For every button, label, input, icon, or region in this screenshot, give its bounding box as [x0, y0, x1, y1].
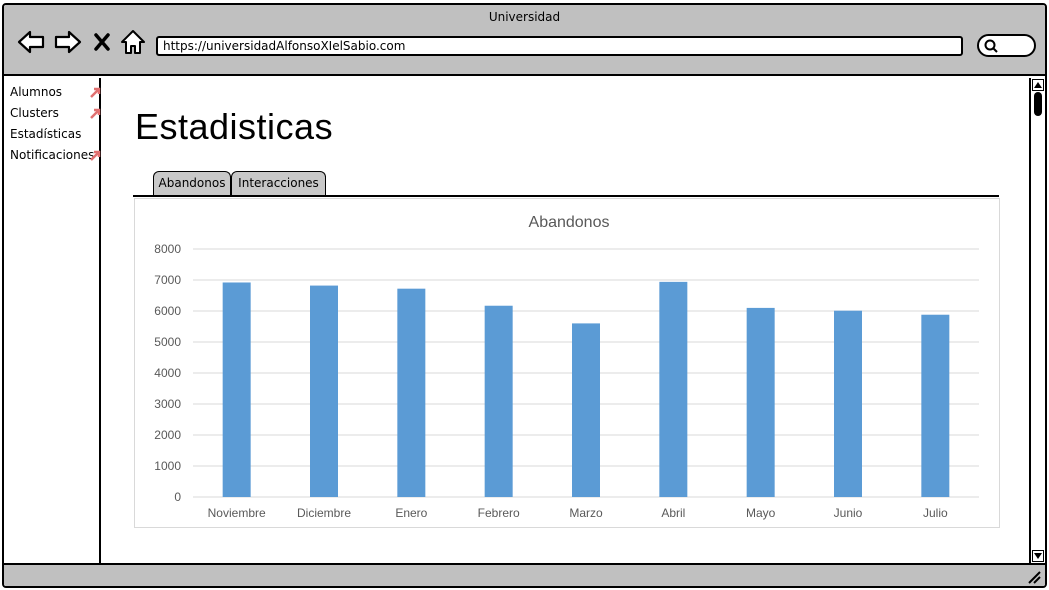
x-tick-label: Abril [661, 506, 685, 520]
link-icon [90, 150, 101, 161]
y-tick-label: 4000 [154, 366, 181, 380]
bar-abril [659, 281, 688, 497]
y-tick-label: 2000 [154, 428, 181, 442]
y-tick-label: 0 [174, 490, 181, 504]
sidebar-item-label: Notificaciones [10, 148, 95, 162]
back-icon[interactable] [16, 27, 46, 57]
link-icon [90, 87, 101, 98]
bar-noviembre [222, 282, 251, 497]
y-tick-label: 8000 [154, 242, 181, 256]
sidebar-item-estadisticas[interactable]: Estadísticas [4, 124, 99, 145]
url-input[interactable]: https://universidadAlfonsoXIelSabio.com [156, 36, 963, 56]
home-icon[interactable] [118, 27, 148, 57]
bar-enero [397, 288, 426, 497]
bar-junio [834, 310, 862, 497]
tab-interacciones[interactable]: Interacciones [231, 171, 326, 197]
tab-divider [133, 195, 999, 197]
window-title: Universidad [488, 10, 561, 24]
y-tick-label: 3000 [154, 397, 181, 411]
x-tick-label: Marzo [569, 506, 603, 520]
bar-marzo [572, 323, 600, 497]
forward-icon[interactable] [53, 27, 83, 57]
scroll-thumb[interactable] [1034, 92, 1042, 116]
bar-mayo [746, 307, 775, 497]
chart-title: Abandonos [529, 214, 610, 231]
chart-canvas: Abandonos 0 1000 2000 3000 4000 5000 6000 7000 8… [154, 214, 979, 520]
abandonos-chart: Abandonos 0 1000 2000 3000 4000 5000 6000 7000 8… [134, 198, 1000, 528]
browser-window: Universidad https://universidadAlfonsoXI… [2, 3, 1047, 588]
y-tick-label: 7000 [154, 273, 181, 287]
y-tick-label: 1000 [154, 459, 181, 473]
x-tick-label: Diciembre [297, 506, 351, 520]
x-tick-label: Mayo [746, 506, 776, 520]
title-bar: Universidad https://universidadAlfonsoXI… [4, 5, 1045, 76]
sidebar-item-label: Alumnos [10, 85, 63, 99]
scroll-up-icon[interactable] [1032, 79, 1044, 91]
search-button[interactable] [977, 34, 1036, 57]
sidebar-item-alumnos[interactable]: Alumnos [4, 82, 101, 103]
sidebar-item-clusters[interactable]: Clusters [4, 103, 101, 124]
x-tick-label: Julio [923, 506, 948, 520]
sidebar-item-notificaciones[interactable]: Notificaciones [4, 145, 101, 166]
bar-julio [921, 314, 950, 497]
sidebar-item-label: Clusters [10, 106, 59, 120]
tab-abandonos[interactable]: Abandonos [153, 171, 231, 197]
bar-diciembre [310, 285, 338, 497]
link-icon [90, 108, 101, 119]
search-icon [984, 39, 998, 53]
page-title: Estadisticas [135, 106, 334, 147]
x-tick-label: Enero [395, 506, 427, 520]
vertical-scrollbar[interactable] [1029, 78, 1045, 563]
y-tick-label: 5000 [154, 335, 181, 349]
resize-grip-icon[interactable] [1027, 570, 1041, 584]
y-tick-label: 6000 [154, 304, 181, 318]
x-tick-label: Febrero [478, 506, 520, 520]
status-bar [4, 563, 1045, 586]
sidebar-item-label: Estadísticas [10, 127, 82, 141]
close-icon[interactable] [91, 27, 113, 57]
x-tick-label: Junio [834, 506, 863, 520]
sidebar: Alumnos Clusters Estadísticas Notificaci… [4, 78, 101, 563]
x-tick-label: Noviembre [208, 506, 266, 520]
scroll-down-icon[interactable] [1032, 550, 1044, 562]
main-content: Estadisticas Abandonos Interacciones Aba… [103, 78, 1029, 563]
bar-febrero [484, 305, 513, 497]
